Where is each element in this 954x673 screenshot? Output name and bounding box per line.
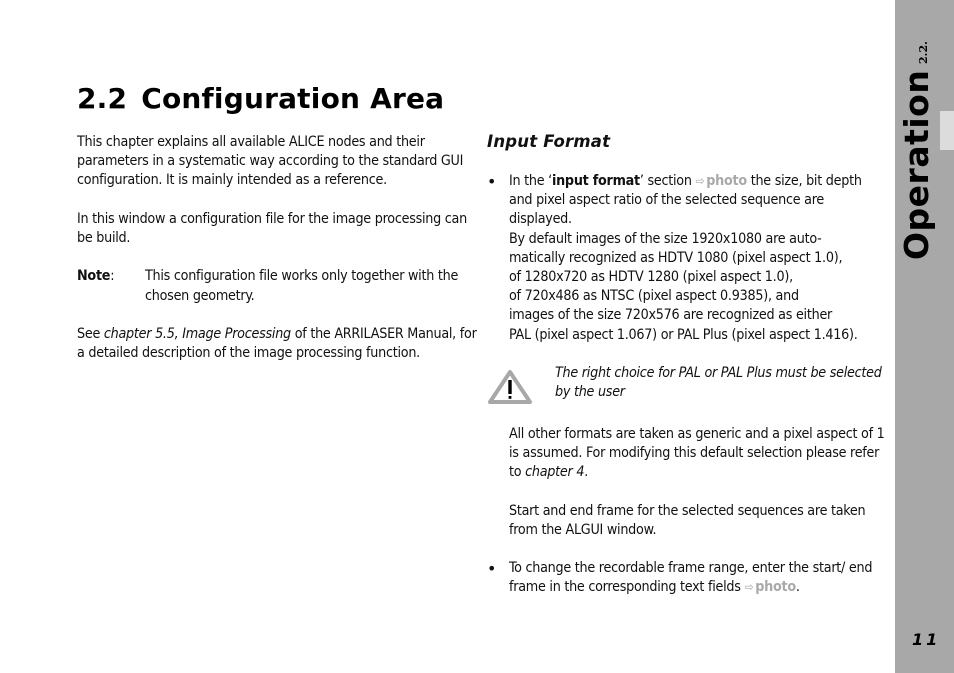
chapter-reference-link[interactable]: chapter 5.5, Image Processing [104,326,291,342]
window-description: In this window a configuration file for … [77,210,467,246]
right-column: Input Format • In the ‘input format’ sec… [487,132,887,598]
default-formats-line: of 720x486 as NTSC (pixel aspect 0.9385)… [509,288,799,305]
intro-paragraph: This chapter explains all available ALIC… [77,134,464,189]
photo-reference: ⇨ photo [695,173,747,189]
note: Note: This configuration file works only… [77,267,477,305]
chapter-section-number: 2.2. [917,41,930,64]
chapter-4-link[interactable]: chapter 4 [525,464,584,480]
section-title: Configuration Area [141,82,445,115]
default-formats-line: of 1280x720 as HDTV 1280 (pixel aspect 1… [509,269,793,286]
bullet-icon: • [487,559,497,579]
warning-triangle-icon [488,369,532,404]
bullet-icon: • [487,172,497,191]
photo-reference: ⇨ photo [744,579,796,596]
chapter-title: Operation [897,69,936,260]
chapter-sidebar: Operation 2.2. [895,0,954,673]
warning-box: The right choice for PAL or PAL Plus mus… [487,364,887,405]
input-format-term: input format [551,173,640,189]
default-formats-line: matically recognized as HDTV 1080 (pixel… [509,249,843,266]
note-label: Note: [77,268,115,285]
left-column: This chapter explains all available ALIC… [77,133,477,383]
warning-text: The right choice for PAL or PAL Plus mus… [555,364,882,401]
bullet-input-format: • In the ‘input format’ section ⇨ photo t… [487,172,887,345]
note-text: This configuration file works only toget… [145,268,459,304]
arrow-right-icon: ⇨ [695,174,705,188]
frames-paragraph: Start and end frame for the selected seq… [509,502,866,538]
page-number: 11 [912,630,941,649]
default-formats-line: PAL (pixel aspect 1.067) or PAL Plus (pi… [509,326,858,343]
bullet-frame-range: • To change the recordable frame range, … [487,559,887,597]
default-formats-line: By default images of the size 1920x1080 … [509,230,822,247]
input-format-heading: Input Format [487,132,611,151]
page-title: 2.2 Configuration Area [77,82,444,115]
default-formats: By default images of the size 1920x1080 … [509,230,887,345]
arrow-right-icon: ⇨ [744,580,754,595]
default-formats-line: images of the size 720x576 are recognize… [509,307,833,324]
generic-formats-paragraph: All other formats are taken as generic a… [509,425,885,481]
see-reference: See chapter 5.5, Image Processing of the… [77,325,477,362]
section-number: 2.2 [77,82,128,115]
